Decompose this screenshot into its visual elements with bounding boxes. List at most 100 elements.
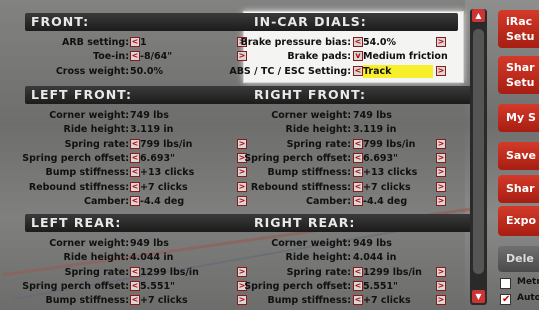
sidebar-button[interactable]: Save <box>498 142 539 170</box>
decrement-icon[interactable]: < <box>353 266 363 277</box>
increment-icon[interactable]: > <box>436 266 446 277</box>
setting-value[interactable]: 5.551" <box>140 279 175 294</box>
sidebar-button[interactable]: Shar <box>498 175 539 203</box>
left-rear-section: LEFT REAR: Corner weight: 949 lbs Ride heig… <box>22 214 251 306</box>
decrement-icon[interactable]: < <box>353 65 363 76</box>
scroll-up-icon[interactable]: ▲ <box>472 9 485 22</box>
sidebar-button[interactable]: Dele <box>498 246 539 272</box>
decrement-icon[interactable]: < <box>130 152 140 163</box>
increment-icon[interactable]: > <box>436 195 446 206</box>
setting-value[interactable]: +7 clicks <box>140 293 188 308</box>
increment-icon[interactable]: > <box>436 138 446 149</box>
setting-value[interactable]: -4.4 deg <box>140 194 184 209</box>
setting-label: Ride height: <box>285 124 352 136</box>
sidebar-button[interactable]: Shar Setu <box>498 56 539 94</box>
setting-value[interactable]: +7 clicks <box>140 180 188 195</box>
sidebar-button[interactable]: My S <box>498 104 539 132</box>
setting-row: ARB setting: < >1 <box>25 35 251 50</box>
checkbox-label: Auto <box>517 293 539 303</box>
setting-row: Bump stiffness: < > +13 clicks <box>25 165 251 180</box>
setting-label: Spring perch offset: <box>244 152 351 164</box>
decrement-icon[interactable]: < <box>353 195 363 206</box>
setting-label: ABS / TC / ESC Setting: <box>229 65 351 77</box>
setting-value[interactable]: 1299 lbs/in <box>140 265 199 280</box>
setting-label: Spring rate: <box>64 138 129 150</box>
setting-value[interactable]: Medium friction <box>363 49 448 64</box>
decrement-icon[interactable]: < <box>353 167 363 178</box>
increment-icon[interactable]: > <box>436 37 446 47</box>
setting-value[interactable]: 6.693" <box>363 151 398 166</box>
setting-value[interactable]: Track <box>363 64 391 79</box>
increment-icon[interactable]: > <box>436 295 446 306</box>
setting-value: 949 lbs <box>130 238 169 249</box>
increment-icon[interactable]: > <box>237 51 247 62</box>
increment-icon[interactable]: > <box>237 138 247 149</box>
decrement-icon[interactable]: < <box>353 280 363 291</box>
increment-icon[interactable]: > <box>436 152 446 163</box>
decrement-icon[interactable]: < <box>353 152 363 163</box>
section-header: FRONT: <box>25 13 251 31</box>
chevron-down-icon[interactable]: v <box>353 51 363 62</box>
checkbox[interactable]: ✔ <box>500 294 511 305</box>
sidebar-button[interactable]: iRac Setu <box>498 10 539 48</box>
decrement-icon[interactable]: < <box>353 181 363 192</box>
checkbox[interactable] <box>500 278 511 289</box>
sidebar-button[interactable]: Expo <box>498 206 539 236</box>
decrement-icon[interactable]: < <box>130 37 140 47</box>
scroll-thumb[interactable] <box>473 29 484 274</box>
setting-row: Spring perch offset: < >5.551" <box>22 279 251 294</box>
setting-label: Bump stiffness: <box>267 295 351 307</box>
decrement-icon[interactable]: < <box>130 266 140 277</box>
right-front-section: RIGHT FRONT: Corner weight: 749 lbs Ride he… <box>244 86 474 207</box>
increment-icon[interactable]: > <box>237 266 247 277</box>
setting-label: Corner weight: <box>49 110 129 121</box>
setting-value[interactable]: +13 clicks <box>140 165 194 180</box>
decrement-icon[interactable]: < <box>353 37 363 47</box>
setting-value[interactable]: -8/64" <box>140 49 172 64</box>
setting-value[interactable]: +7 clicks <box>363 293 411 308</box>
setting-value[interactable]: 1 <box>140 35 147 50</box>
vertical-scrollbar[interactable]: ▲ ▼ <box>470 9 487 305</box>
section-header: IN-CAR DIALS: <box>248 13 458 31</box>
setting-value[interactable]: 6.693" <box>140 151 175 166</box>
setting-value[interactable]: 5.551" <box>363 279 398 294</box>
right-rear-section: RIGHT REAR: Corner weight: 949 lbs Ride hei… <box>244 214 474 306</box>
setting-label: Spring rate: <box>286 266 351 278</box>
decrement-icon[interactable]: < <box>130 51 140 62</box>
increment-icon[interactable]: > <box>237 181 247 192</box>
decrement-icon[interactable]: < <box>130 295 140 306</box>
setting-value[interactable]: 1299 lbs/in <box>363 265 422 280</box>
setting-value[interactable]: 799 lbs/in <box>363 137 415 152</box>
increment-icon[interactable]: > <box>436 181 446 192</box>
section-header: RIGHT FRONT: <box>248 86 474 104</box>
setting-value[interactable]: +7 clicks <box>363 180 411 195</box>
setting-value[interactable]: 799 lbs/in <box>140 137 192 152</box>
decrement-icon[interactable]: < <box>130 280 140 291</box>
increment-icon[interactable]: > <box>237 195 247 206</box>
setting-row: Spring perch offset: < >5.551" <box>244 279 474 294</box>
setting-row: Corner weight: 749 lbs <box>248 108 474 123</box>
setting-label: Bump stiffness: <box>45 295 129 307</box>
setting-label: Corner weight: <box>49 238 129 249</box>
setting-value[interactable]: +13 clicks <box>363 165 417 180</box>
decrement-icon[interactable]: < <box>353 295 363 306</box>
setting-row: Rebound stiffness: < > +7 clicks <box>25 180 251 195</box>
decrement-icon[interactable]: < <box>130 167 140 178</box>
increment-icon[interactable]: > <box>237 295 247 306</box>
increment-icon[interactable]: > <box>436 167 446 178</box>
increment-icon[interactable]: > <box>436 280 446 291</box>
setting-label: Spring perch offset: <box>22 152 129 164</box>
decrement-icon[interactable]: < <box>130 195 140 206</box>
decrement-icon[interactable]: < <box>130 181 140 192</box>
increment-icon[interactable]: > <box>237 167 247 178</box>
setting-label: ARB setting: <box>61 37 129 48</box>
decrement-icon[interactable]: < <box>130 138 140 149</box>
setting-value[interactable]: -4.4 deg <box>363 194 407 209</box>
increment-icon[interactable]: > <box>436 65 446 76</box>
setting-row: Bump stiffness: < > +7 clicks <box>248 293 474 308</box>
scroll-down-icon[interactable]: ▼ <box>472 290 485 303</box>
setting-value[interactable]: 54.0% <box>363 35 396 50</box>
decrement-icon[interactable]: < <box>353 138 363 149</box>
check-icon: ✔ <box>502 294 511 305</box>
setting-label: Bump stiffness: <box>267 167 351 179</box>
